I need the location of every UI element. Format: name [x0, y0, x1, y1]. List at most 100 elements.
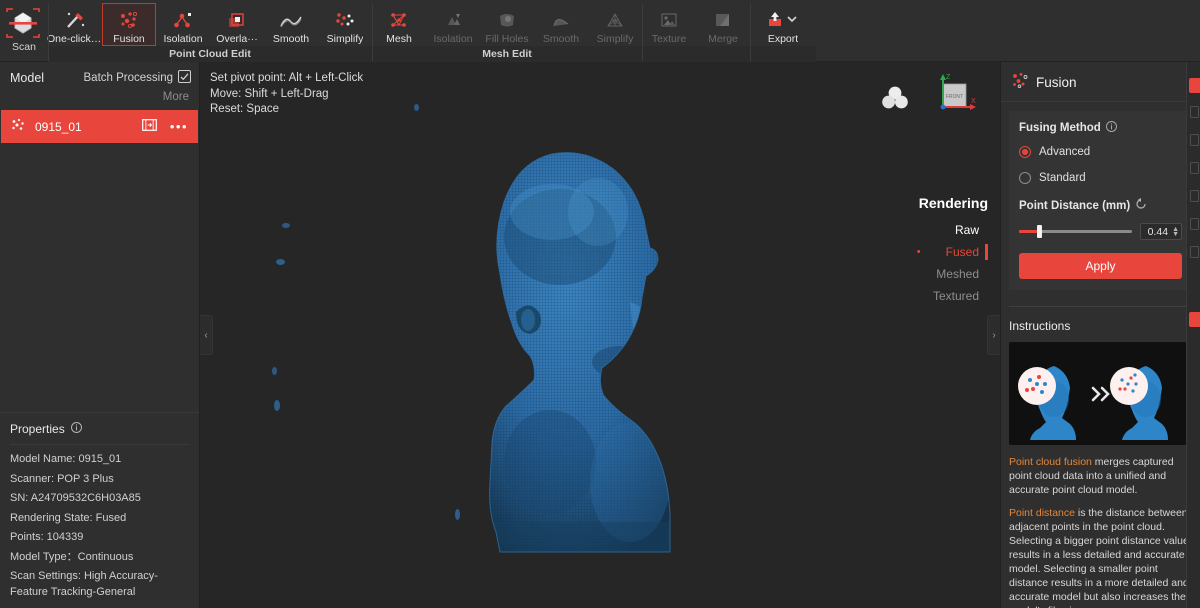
edge-button-primary[interactable] — [1189, 78, 1200, 93]
axis-cube-icon[interactable]: FRONT Z X — [924, 72, 978, 127]
tool-texture[interactable]: Texture — [642, 3, 696, 46]
edge-button-secondary[interactable] — [1189, 312, 1200, 327]
svg-text:Z: Z — [946, 74, 951, 81]
tool-mesh[interactable]: Mesh — [372, 3, 426, 46]
tool-mesh-smooth[interactable]: Smooth — [534, 3, 588, 46]
noise-point — [455, 509, 460, 520]
fusion-panel-header: Fusion — [1001, 62, 1200, 102]
edge-button-ghost[interactable] — [1190, 246, 1199, 258]
cube-face-label: FRONT — [946, 94, 963, 100]
main-body: Model Batch Processing More — [0, 62, 1200, 608]
three-spheres-icon[interactable] — [880, 85, 910, 114]
tool-overlap[interactable]: Overla··· — [210, 3, 264, 46]
point-distance-stepper[interactable]: 0.44 ▲▼ — [1140, 223, 1182, 240]
batch-checkbox-icon — [178, 70, 191, 86]
toolbar-group-caption-mesh-edit: Mesh Edit — [372, 46, 642, 62]
scan-cube-icon — [3, 7, 45, 39]
tool-merge-label: Merge — [708, 33, 738, 45]
viewport-gizmo[interactable]: FRONT Z X — [880, 72, 978, 127]
info-icon[interactable] — [71, 422, 82, 436]
apply-button[interactable]: Apply — [1019, 253, 1182, 279]
batch-processing-button[interactable]: Batch Processing — [84, 70, 192, 86]
overlap-icon — [222, 9, 252, 30]
tool-merge[interactable]: Merge — [696, 3, 750, 46]
fusion-panel-title: Fusion — [1036, 75, 1077, 90]
tool-export[interactable]: Export — [750, 3, 816, 46]
toolbar-group-scan: Scan — [0, 0, 48, 61]
mesh-isolation-icon — [438, 9, 468, 30]
scan-button[interactable]: Scan — [0, 3, 48, 61]
noise-point — [274, 400, 280, 411]
edge-button-ghost[interactable] — [1190, 162, 1199, 174]
instructions-paragraph-1: Point cloud fusion merges captured point… — [1009, 455, 1192, 497]
rendering-option-meshed[interactable]: Meshed — [919, 263, 988, 285]
rendering-menu-title: Rendering — [919, 195, 988, 211]
tool-smooth-label: Smooth — [273, 33, 309, 45]
noise-point — [272, 367, 277, 375]
rendering-option-textured[interactable]: Textured — [919, 285, 988, 307]
more-link[interactable]: More — [0, 88, 199, 110]
point-cloud-fusion-illustration — [1010, 344, 1192, 444]
collapse-left-panel-handle[interactable]: ‹ — [200, 315, 213, 355]
toolbar-group-caption-export: . — [750, 46, 816, 62]
edge-button-ghost[interactable] — [1190, 134, 1199, 146]
properties-section: Properties Model Name: 0915_01 Scanner: … — [0, 412, 199, 608]
tool-fusion[interactable]: Fusion — [102, 3, 156, 46]
point-distance-label-row: Point Distance (mm) — [1019, 198, 1182, 213]
model-panel-header: Model Batch Processing — [0, 62, 199, 88]
radio-advanced[interactable]: Advanced — [1019, 146, 1182, 158]
property-model-type: Model Type：Continuous — [10, 550, 189, 566]
tool-simplify-label: Simplify — [327, 33, 364, 45]
tool-isolation-label: Isolation — [163, 33, 202, 45]
chevron-right-icon: › — [992, 330, 995, 341]
tool-mesh-simplify-label: Simplify — [597, 33, 634, 45]
edge-button-ghost[interactable] — [1190, 106, 1199, 118]
model-panel-title: Model — [10, 71, 44, 85]
info-icon[interactable] — [1106, 121, 1117, 135]
rendering-option-fused[interactable]: Fused — [919, 241, 988, 263]
tool-mesh-isolation[interactable]: Isolation — [426, 3, 480, 46]
edge-button-ghost[interactable] — [1190, 190, 1199, 202]
point-cloud-icon — [11, 118, 26, 135]
tool-mesh-simplify[interactable]: Simplify — [588, 3, 642, 46]
radio-standard[interactable]: Standard — [1019, 172, 1182, 184]
point-distance-control: 0.44 ▲▼ — [1019, 223, 1182, 240]
edge-button-ghost[interactable] — [1190, 218, 1199, 230]
tool-mesh-isolation-label: Isolation — [433, 33, 472, 45]
3d-viewport[interactable]: Set pivot point: Alt + Left-Click Move: … — [200, 62, 1000, 608]
tool-smooth[interactable]: Smooth — [264, 3, 318, 46]
toolbar-group-caption-point-cloud-edit: Point Cloud Edit — [48, 46, 372, 62]
tool-one-click[interactable]: One-click ··· — [48, 3, 102, 46]
tool-fill-holes[interactable]: Fill Holes — [480, 3, 534, 46]
point-fusion-icon — [114, 9, 144, 30]
properties-header: Properties — [10, 422, 189, 445]
edge-toolbar-sliver[interactable] — [1186, 62, 1200, 608]
model-list-item[interactable]: 0915_01 ••• — [1, 110, 198, 143]
left-panel: Model Batch Processing More — [0, 62, 200, 608]
toolbar-group-export: Export . — [750, 0, 816, 61]
point-distance-label: Point Distance (mm) — [1019, 200, 1130, 212]
model-list-item-name: 0915_01 — [35, 120, 133, 134]
rendering-option-raw[interactable]: Raw — [919, 219, 988, 241]
radio-advanced-label: Advanced — [1039, 146, 1090, 158]
point-distance-slider[interactable] — [1019, 225, 1132, 239]
reset-icon[interactable] — [1135, 198, 1147, 213]
more-dots-icon[interactable]: ••• — [170, 122, 188, 132]
frame-align-icon[interactable] — [142, 118, 157, 135]
batch-processing-label: Batch Processing — [84, 72, 174, 84]
collapse-right-panel-handle[interactable]: › — [987, 315, 1000, 355]
noise-point — [282, 223, 290, 228]
stepper-arrows-icon[interactable]: ▲▼ — [1172, 227, 1179, 237]
slider-thumb[interactable] — [1037, 225, 1042, 238]
noise-point — [276, 259, 285, 265]
toolbar-group-mesh-edit: Mesh Isolation — [372, 0, 642, 61]
point-cloud-model — [200, 62, 960, 608]
mesh-icon — [384, 9, 414, 30]
tool-isolation[interactable]: Isolation — [156, 3, 210, 46]
tool-fusion-label: Fusion — [113, 33, 145, 45]
texture-icon — [654, 9, 684, 30]
tool-simplify[interactable]: Simplify — [318, 3, 372, 46]
chevron-left-icon: ‹ — [204, 330, 207, 341]
app-window: Scan One-click ··· — [0, 0, 1200, 608]
model-list-empty-area — [0, 143, 199, 412]
